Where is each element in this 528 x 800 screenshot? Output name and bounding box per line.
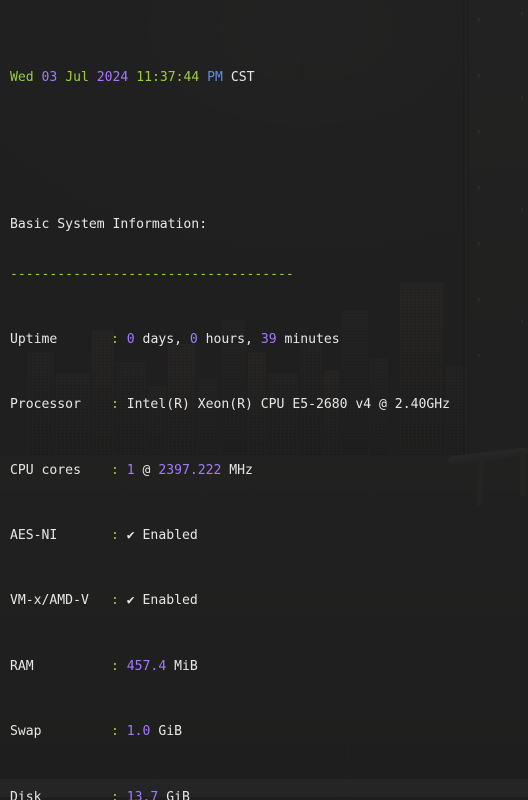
row-sep: : — [111, 462, 119, 478]
row-sep: : — [111, 397, 119, 413]
row-sep: : — [111, 593, 119, 609]
basic-row-vmx: VM-x/AMD-V: ✔ Enabled — [10, 593, 528, 609]
row-value: 1.0 — [126, 724, 151, 740]
row-value: 13.7 — [126, 789, 159, 800]
terminal-output[interactable]: Wed 03 Jul 2024 11:37:44 PM CST Basic Sy… — [0, 0, 528, 800]
row-value: Intel(R) Xeon(R) CPU E5-2680 v4 @ 2.40GH… — [126, 397, 450, 413]
row-value: ✔ Enabled — [126, 528, 198, 543]
row-label: VM-x/AMD-V — [10, 593, 89, 609]
row-sep: : — [111, 528, 119, 543]
basic-row-uptime: Uptime: 0 days, 0 hours, 39 minutes — [10, 331, 340, 347]
basic-row-ram: RAM: 457.4 MiB — [10, 658, 198, 674]
row-sep: : — [111, 658, 119, 674]
basic-row-swap: Swap: 1.0 GiB — [10, 724, 182, 740]
datetime-meridiem: PM — [207, 70, 223, 86]
row-label: RAM — [10, 658, 34, 674]
row-label: AES-NI — [10, 528, 58, 543]
datetime-day: 03 — [41, 70, 58, 86]
datetime-weekday: Wed — [10, 70, 34, 86]
row-value: 1 — [126, 462, 135, 478]
row-sep: : — [111, 724, 119, 740]
row-label: CPU cores — [10, 462, 81, 478]
row-label: Swap — [10, 724, 42, 740]
basic-title-text: Basic System Information: — [10, 217, 208, 233]
basic-row-aesni: AES-NI: ✔ Enabled — [10, 528, 528, 544]
row-label: Processor — [10, 397, 81, 413]
row-value: ✔ Enabled — [126, 593, 198, 609]
datetime-time: 11:37:44 — [136, 70, 200, 86]
datetime-line: Wed 03 Jul 2024 11:37:44 PM CST — [10, 70, 528, 86]
row-label: Uptime — [10, 331, 58, 347]
terminal-window[interactable]: Wed 03 Jul 2024 11:37:44 PM CST Basic Sy… — [0, 0, 528, 800]
row-label: Disk — [10, 789, 42, 800]
row-value: 0 — [126, 331, 135, 347]
row-sep: : — [111, 331, 119, 347]
datetime-timezone: CST — [230, 70, 255, 86]
row-sep: : — [111, 789, 119, 800]
basic-row-processor: Processor: Intel(R) Xeon(R) CPU E5-2680 … — [10, 397, 528, 413]
datetime-year: 2024 — [96, 70, 129, 86]
row-value: 457.4 — [126, 658, 167, 674]
basic-section-title: Basic System Information: — [10, 217, 528, 233]
basic-row-cpu-cores: CPU cores: 1 @ 2397.222 MHz — [10, 462, 253, 478]
basic-row-disk: Disk: 13.7 GiB — [10, 790, 528, 800]
basic-section-rule: ------------------------------------ — [10, 266, 294, 282]
datetime-month: Jul — [65, 70, 89, 86]
